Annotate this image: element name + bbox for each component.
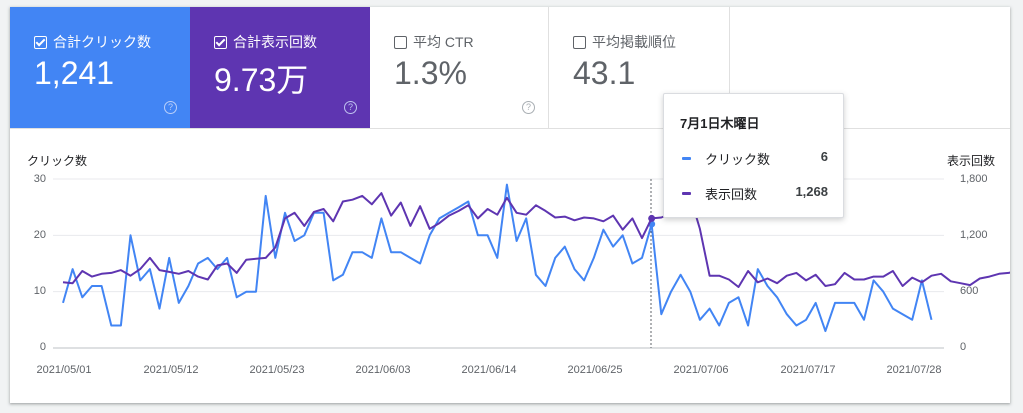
series-color-dash-icon (682, 192, 691, 195)
tooltip-row-impressions: 表示回数 1,268 (682, 184, 828, 202)
tooltip-label: 表示回数 (705, 187, 758, 202)
hover-tooltip: 7月1日木曜日 クリック数 6 表示回数 1,268 (663, 93, 844, 218)
tooltip-date: 7月1日木曜日 (680, 116, 760, 131)
tooltip-value: 1,268 (795, 184, 828, 199)
tooltip-row-clicks: クリック数 6 (682, 149, 828, 167)
tooltip-value: 6 (820, 149, 828, 164)
tooltip-label: クリック数 (705, 152, 771, 167)
line-chart[interactable] (10, 7, 1010, 403)
performance-card: 合計クリック数 1,241 ? 合計表示回数 9.73万 ? 平均 CTR 1.… (10, 7, 1010, 403)
impressions-hover-point (648, 214, 656, 222)
series-color-dash-icon (682, 157, 691, 160)
